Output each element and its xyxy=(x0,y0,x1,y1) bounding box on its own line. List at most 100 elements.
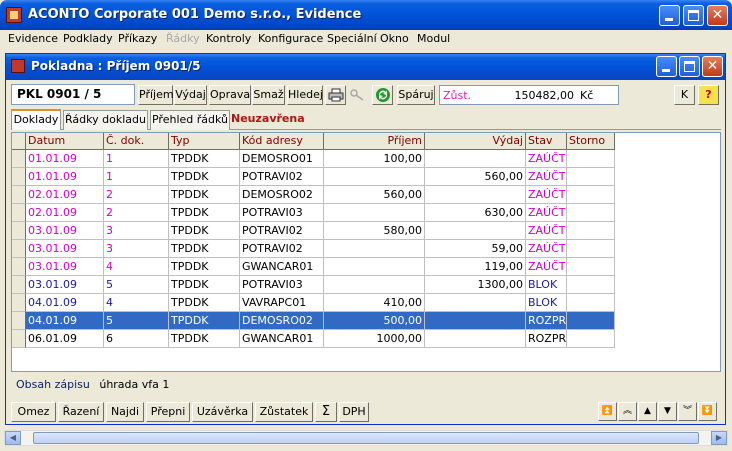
doc-maximize-button[interactable] xyxy=(679,56,700,77)
maximize-button[interactable] xyxy=(683,5,704,26)
menu-okno[interactable]: Okno xyxy=(380,32,409,45)
header-typ[interactable]: Typ xyxy=(169,133,240,150)
zustatek-button[interactable]: Zůstatek xyxy=(255,402,313,422)
najdi-button[interactable]: Najdi xyxy=(106,402,144,422)
cell-typ[interactable]: TPDDK xyxy=(169,204,240,222)
row-selector[interactable] xyxy=(12,330,26,348)
cell-cdok[interactable]: 4 xyxy=(104,294,169,312)
table-row[interactable]: 04.01.09 5 TPDDK DEMOSRO02 500,00 ROZPR xyxy=(12,312,615,330)
cell-storno[interactable] xyxy=(567,168,615,186)
cell-storno[interactable] xyxy=(567,150,615,168)
cell-vydaj[interactable]: 119,00 xyxy=(425,258,526,276)
documents-grid[interactable]: Datum Č. dok. Typ Kód adresy Příjem Výda… xyxy=(11,132,721,372)
cell-kod[interactable]: POTRAVI03 xyxy=(240,276,324,294)
cell-storno[interactable] xyxy=(567,204,615,222)
cell-vydaj[interactable]: 59,00 xyxy=(425,240,526,258)
oprava-button[interactable]: Oprava xyxy=(209,85,251,105)
row-selector[interactable] xyxy=(12,312,26,330)
table-row[interactable]: 03.01.09 3 TPDDK POTRAVI02 580,00 ZAÚČT xyxy=(12,222,615,240)
sum-button[interactable]: Σ xyxy=(315,402,337,422)
doc-minimize-button[interactable] xyxy=(656,56,677,77)
cell-kod[interactable]: POTRAVI02 xyxy=(240,168,324,186)
header-cislo-dokladu[interactable]: Č. dok. xyxy=(104,133,169,150)
app-title-bar[interactable]: ACONTO Corporate 001 Demo s.r.o., Eviden… xyxy=(0,0,732,30)
cell-vydaj[interactable] xyxy=(425,312,526,330)
uzaverka-button[interactable]: Uzávěrka xyxy=(192,402,253,422)
cell-storno[interactable] xyxy=(567,186,615,204)
cell-datum[interactable]: 06.01.09 xyxy=(26,330,104,348)
header-storno[interactable]: Storno xyxy=(567,133,615,150)
scroll-right-button[interactable]: ▶ xyxy=(711,431,727,445)
nav-first-button[interactable]: ⏫ xyxy=(598,402,617,421)
cell-typ[interactable]: TPDDK xyxy=(169,150,240,168)
nav-next-button[interactable]: ▼ xyxy=(658,402,677,421)
cell-stav[interactable]: ZAÚČT xyxy=(526,240,567,258)
k-button[interactable]: K xyxy=(674,85,695,105)
tab-radky-dokladu[interactable]: Řádky dokladu xyxy=(63,110,148,130)
cell-cdok[interactable]: 5 xyxy=(104,276,169,294)
cell-prijem[interactable] xyxy=(324,276,425,294)
menu-konfigurace[interactable]: Konfigurace xyxy=(258,32,323,45)
cell-stav[interactable]: BLOK xyxy=(526,276,567,294)
cell-storno[interactable] xyxy=(567,222,615,240)
refresh-button[interactable] xyxy=(372,85,393,105)
cell-prijem[interactable]: 1000,00 xyxy=(324,330,425,348)
cell-kod[interactable]: POTRAVI03 xyxy=(240,204,324,222)
cell-cdok[interactable]: 6 xyxy=(104,330,169,348)
table-row[interactable]: 02.01.09 2 TPDDK DEMOSRO02 560,00 ZAÚČT xyxy=(12,186,615,204)
menu-kontroly[interactable]: Kontroly xyxy=(206,32,251,45)
cell-kod[interactable]: DEMOSRO02 xyxy=(240,186,324,204)
row-selector[interactable] xyxy=(12,204,26,222)
cell-prijem[interactable] xyxy=(324,240,425,258)
cell-vydaj[interactable] xyxy=(425,150,526,168)
cell-cdok[interactable]: 2 xyxy=(104,204,169,222)
cell-kod[interactable]: GWANCAR01 xyxy=(240,258,324,276)
cell-datum[interactable]: 04.01.09 xyxy=(26,294,104,312)
cell-typ[interactable]: TPDDK xyxy=(169,276,240,294)
cell-datum[interactable]: 04.01.09 xyxy=(26,312,104,330)
cell-datum[interactable]: 03.01.09 xyxy=(26,276,104,294)
menu-modul[interactable]: Modul xyxy=(417,32,450,45)
cell-kod[interactable]: DEMOSRO01 xyxy=(240,150,324,168)
cell-stav[interactable]: ZAÚČT xyxy=(526,168,567,186)
cell-cdok[interactable]: 4 xyxy=(104,258,169,276)
print-button[interactable] xyxy=(325,85,346,105)
cell-stav[interactable]: BLOK xyxy=(526,294,567,312)
scroll-left-button[interactable]: ◀ xyxy=(5,431,21,445)
table-row[interactable]: 01.01.09 1 TPDDK DEMOSRO01 100,00 ZAÚČT xyxy=(12,150,615,168)
header-kod-adresy[interactable]: Kód adresy xyxy=(240,133,324,150)
cell-cdok[interactable]: 5 xyxy=(104,312,169,330)
vydaj-button[interactable]: Výdaj xyxy=(174,85,207,105)
cell-stav[interactable]: ZAÚČT xyxy=(526,258,567,276)
cell-stav[interactable]: ROZPR xyxy=(526,312,567,330)
cell-prijem[interactable]: 100,00 xyxy=(324,150,425,168)
header-prijem[interactable]: Příjem xyxy=(324,133,425,150)
table-row[interactable]: 03.01.09 5 TPDDK POTRAVI03 1300,00 BLOK xyxy=(12,276,615,294)
table-row[interactable]: 04.01.09 4 TPDDK VAVRAPC01 410,00 BLOK xyxy=(12,294,615,312)
cell-storno[interactable] xyxy=(567,276,615,294)
cell-vydaj[interactable] xyxy=(425,186,526,204)
cell-cdok[interactable]: 2 xyxy=(104,186,169,204)
table-row[interactable]: 01.01.09 1 TPDDK POTRAVI02 560,00 ZAÚČT xyxy=(12,168,615,186)
cell-datum[interactable]: 01.01.09 xyxy=(26,168,104,186)
cell-vydaj[interactable] xyxy=(425,222,526,240)
menu-prikazy[interactable]: Příkazy xyxy=(118,32,157,45)
row-selector[interactable] xyxy=(12,240,26,258)
prepni-button[interactable]: Přepni xyxy=(146,402,190,422)
row-selector[interactable] xyxy=(12,222,26,240)
cell-vydaj[interactable]: 1300,00 xyxy=(425,276,526,294)
cell-vydaj[interactable] xyxy=(425,294,526,312)
row-selector[interactable] xyxy=(12,186,26,204)
table-row[interactable]: 03.01.09 4 TPDDK GWANCAR01 119,00 ZAÚČT xyxy=(12,258,615,276)
table-row[interactable]: 02.01.09 2 TPDDK POTRAVI03 630,00 ZAÚČT xyxy=(12,204,615,222)
nav-prev-button[interactable]: ▲ xyxy=(638,402,657,421)
menu-specialni[interactable]: Speciální xyxy=(327,32,377,45)
cell-typ[interactable]: TPDDK xyxy=(169,222,240,240)
cell-kod[interactable]: VAVRAPC01 xyxy=(240,294,324,312)
row-selector[interactable] xyxy=(12,276,26,294)
cell-stav[interactable]: ZAÚČT xyxy=(526,222,567,240)
nav-page-up-button[interactable]: ︽ xyxy=(618,402,637,421)
cell-cdok[interactable]: 1 xyxy=(104,150,169,168)
document-number-field[interactable]: PKL 0901 / 5 xyxy=(11,84,135,105)
table-row[interactable]: 06.01.09 6 TPDDK GWANCAR01 1000,00 ROZPR xyxy=(12,330,615,348)
